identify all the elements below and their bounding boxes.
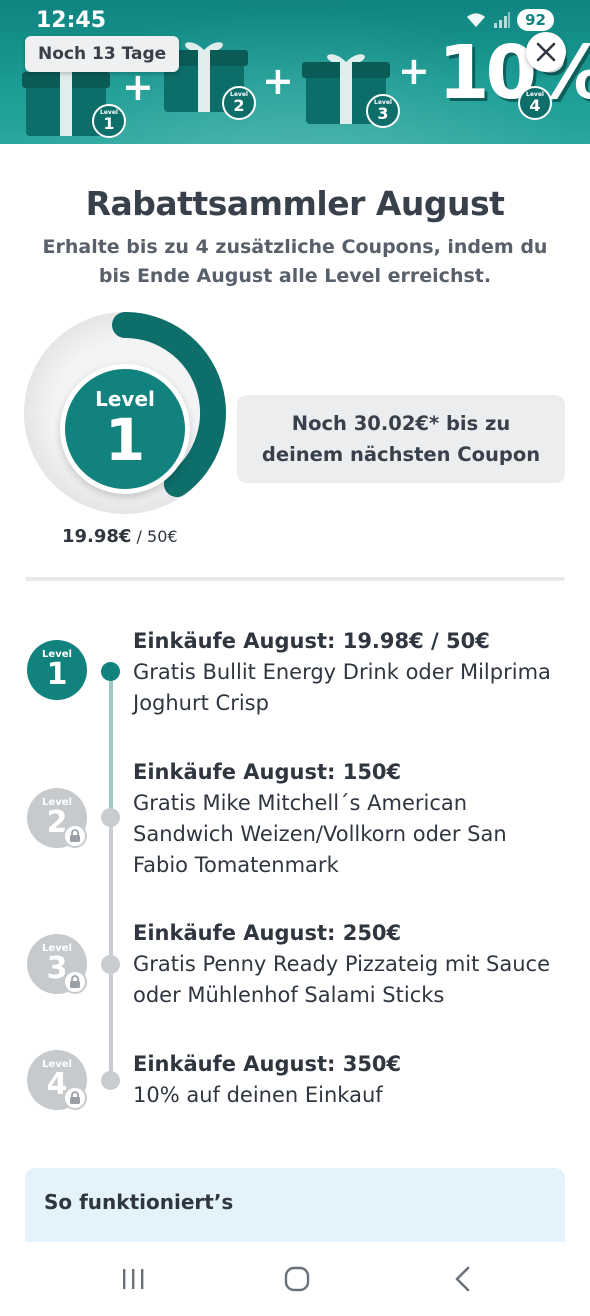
status-time: 12:45 xyxy=(36,8,107,33)
timeline-dot-2 xyxy=(101,808,120,827)
close-button[interactable] xyxy=(526,32,566,72)
gift-level-number: 3 xyxy=(377,104,389,123)
level-item-1: Einkäufe August: 19.98€ / 50€ Gratis Bul… xyxy=(133,626,553,719)
level-heading: Einkäufe August: 350€ xyxy=(133,1052,402,1076)
status-bar: 12:45 92 xyxy=(0,0,590,40)
gift-level-badge: Level 4 xyxy=(518,86,552,120)
page-title: Rabattsammler August xyxy=(85,184,505,223)
progress-ring: Level 1 xyxy=(22,310,228,516)
progress-current: 19.98€ xyxy=(62,526,132,547)
how-it-works-label: So funktioniert’s xyxy=(44,1190,234,1214)
lock-icon xyxy=(63,970,87,994)
level-description: Gratis Bullit Energy Drink oder Milprima… xyxy=(133,660,551,715)
lock-icon xyxy=(63,824,87,848)
level-item-3: Einkäufe August: 250€ Gratis Penny Ready… xyxy=(133,918,553,1011)
home-icon xyxy=(284,1266,310,1292)
battery-indicator: 92 xyxy=(517,9,554,31)
level-badge-1: Level 1 xyxy=(27,640,87,700)
level-item-4: Einkäufe August: 350€ 10% auf deinen Ein… xyxy=(133,1049,553,1111)
plus-sign: + xyxy=(262,59,294,103)
how-it-works-section[interactable]: So funktioniert’s xyxy=(25,1168,565,1248)
plus-sign: + xyxy=(122,65,154,109)
page-subtitle: Erhalte bis zu 4 zusätzliche Coupons, in… xyxy=(42,236,548,287)
progress-separator: / xyxy=(131,527,148,546)
level-heading: Einkäufe August: 250€ xyxy=(133,921,402,945)
timeline-line-progress xyxy=(109,672,113,820)
gift-level-number: 2 xyxy=(233,96,245,115)
signal-icon xyxy=(494,12,511,28)
home-button[interactable] xyxy=(277,1262,317,1296)
level-badge-number: 1 xyxy=(46,657,68,692)
gift-level-number: 4 xyxy=(529,96,541,115)
current-level-number: 1 xyxy=(104,406,146,474)
back-button[interactable] xyxy=(443,1262,483,1296)
level-heading: Einkäufe August: 150€ xyxy=(133,760,402,784)
level-description: Gratis Mike Mitchell´s American Sandwich… xyxy=(133,791,507,877)
next-coupon-info: Noch 30.02€* bis zu deinem nächsten Coup… xyxy=(237,395,565,483)
days-remaining-badge: Noch 13 Tage xyxy=(25,36,180,72)
timeline-line xyxy=(109,820,113,1080)
gift-level-badge: Level 1 xyxy=(92,104,126,138)
recents-icon xyxy=(123,1269,144,1289)
section-divider xyxy=(25,577,565,581)
wifi-icon xyxy=(467,13,486,27)
back-icon xyxy=(455,1266,470,1292)
timeline-dot-4 xyxy=(101,1071,120,1090)
timeline-dot-3 xyxy=(101,955,120,974)
gift-level-number: 1 xyxy=(103,114,115,133)
level-description: 10% auf deinen Einkauf xyxy=(133,1083,383,1107)
current-level-badge: Level 1 xyxy=(60,364,190,494)
level-item-2: Einkäufe August: 150€ Gratis Mike Mitche… xyxy=(133,757,553,881)
status-icons: 92 xyxy=(465,9,554,31)
recents-button[interactable] xyxy=(113,1262,153,1296)
level-description: Gratis Penny Ready Pizzateig mit Sauce o… xyxy=(133,952,551,1007)
plus-sign: + xyxy=(398,49,430,93)
timeline-dot-1 xyxy=(101,662,120,681)
lock-icon xyxy=(63,1086,87,1110)
progress-amount: 19.98€ / 50€ xyxy=(62,526,178,547)
progress-target: 50€ xyxy=(147,527,178,546)
close-icon xyxy=(536,42,556,62)
promo-banner: Level 1 + Level 2 + Level 3 + 10% Level … xyxy=(0,0,590,144)
system-nav-bar xyxy=(0,1242,590,1316)
gift-level-badge: Level 3 xyxy=(366,94,400,128)
final-reward-text: 10% xyxy=(438,30,590,116)
level-heading: Einkäufe August: 19.98€ / 50€ xyxy=(133,629,490,653)
gift-level-badge: Level 2 xyxy=(222,86,256,120)
